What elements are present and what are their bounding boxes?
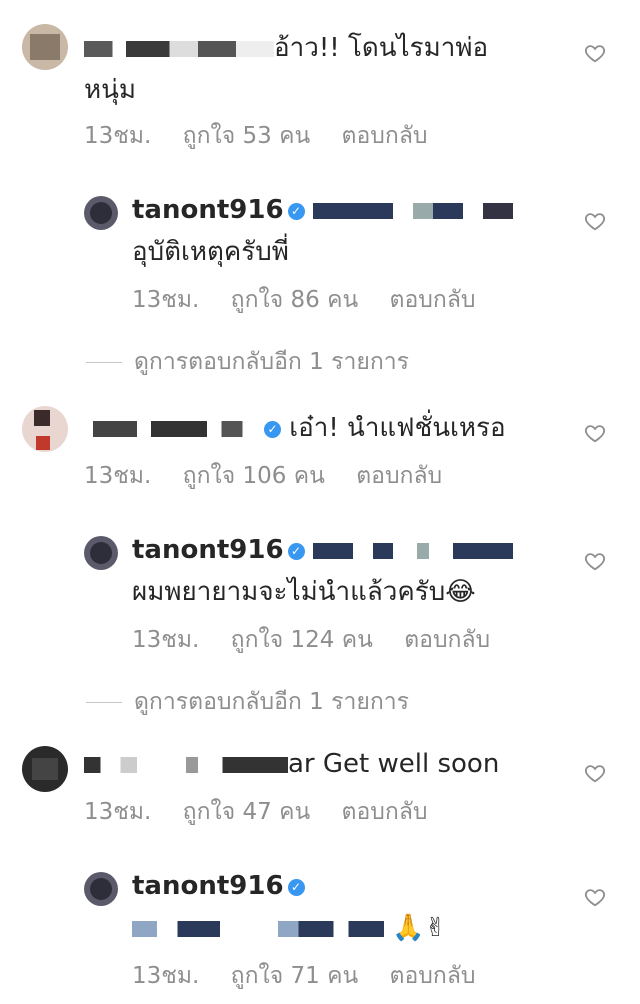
timestamp: 13ชม.	[84, 463, 152, 489]
likes-count[interactable]: ถูกใจ 47 คน	[183, 799, 311, 825]
avatar[interactable]	[84, 536, 118, 570]
heart-icon[interactable]	[584, 550, 606, 572]
heart-icon[interactable]	[584, 42, 606, 64]
redacted-text	[132, 920, 384, 937]
avatar[interactable]	[22, 24, 68, 70]
avatar[interactable]	[84, 196, 118, 230]
verified-badge-icon: ✓	[287, 543, 305, 560]
reply-header: tanont916 ✓	[132, 868, 305, 904]
reply-button[interactable]: ตอบกลับ	[342, 123, 428, 149]
timestamp: 13ชม.	[132, 627, 200, 653]
verified-badge-icon: ✓	[287, 879, 305, 896]
prayer-hands-peace-emoji-icon: 🙏✌	[392, 913, 447, 943]
redacted-username	[84, 40, 274, 57]
comment-text: ✓ เอ๋า! นำแฟชั่นเหรอ	[84, 410, 506, 446]
divider	[86, 702, 122, 703]
redacted-username	[84, 420, 260, 437]
heart-icon[interactable]	[584, 422, 606, 444]
heart-icon[interactable]	[584, 886, 606, 908]
reply-button[interactable]: ตอบกลับ	[356, 463, 442, 489]
comment-meta: 13ชม. ถูกใจ 47 คน ตอบกลับ	[84, 794, 452, 830]
timestamp: 13ชม.	[84, 123, 152, 149]
comment-text: 🙏✌	[132, 910, 446, 946]
comment-meta: 13ชม. ถูกใจ 124 คน ตอบกลับ	[132, 622, 514, 658]
comment-meta: 13ชม. ถูกใจ 106 คน ตอบกลับ	[84, 458, 466, 494]
redacted-text	[312, 202, 513, 219]
timestamp: 13ชม.	[84, 799, 152, 825]
redacted-text	[312, 542, 513, 559]
reply-button[interactable]: ตอบกลับ	[404, 627, 490, 653]
likes-count[interactable]: ถูกใจ 53 คน	[183, 123, 311, 149]
comment-meta: 13ชม. ถูกใจ 53 คน ตอบกลับ	[84, 118, 452, 154]
divider	[86, 362, 122, 363]
timestamp: 13ชม.	[132, 287, 200, 313]
reply-button[interactable]: ตอบกลับ	[390, 287, 476, 313]
reply-button[interactable]: ตอบกลับ	[342, 799, 428, 825]
comment-text: อ้าว!! โดนไรมาพ่อ	[84, 30, 488, 66]
view-more-replies[interactable]: ดูการตอบกลับอีก 1 รายการ	[86, 344, 409, 380]
username[interactable]: tanont916	[132, 195, 284, 225]
comment-text: อุบัติเหตุครับพี่	[132, 237, 289, 267]
avatar[interactable]	[22, 746, 68, 792]
username[interactable]: tanont916	[132, 871, 284, 901]
laughing-emoji-icon: 😂	[445, 577, 476, 607]
likes-count[interactable]: ถูกใจ 106 คน	[183, 463, 325, 489]
comment-meta: 13ชม. ถูกใจ 71 คน ตอบกลับ	[132, 958, 500, 994]
verified-badge-icon: ✓	[264, 421, 281, 438]
avatar[interactable]	[84, 872, 118, 906]
likes-count[interactable]: ถูกใจ 71 คน	[231, 963, 359, 989]
reply-header: tanont916 ✓	[132, 532, 513, 568]
comment-text: ผมพยายามจะไม่นำแล้วครับ😂	[132, 574, 476, 610]
likes-count[interactable]: ถูกใจ 124 คน	[231, 627, 373, 653]
comment-meta: 13ชม. ถูกใจ 86 คน ตอบกลับ	[132, 282, 500, 318]
redacted-username	[84, 756, 288, 773]
timestamp: 13ชม.	[132, 963, 200, 989]
heart-icon[interactable]	[584, 762, 606, 784]
comment-text-continued: หนุ่ม	[84, 75, 137, 105]
view-more-replies[interactable]: ดูการตอบกลับอีก 1 รายการ	[86, 684, 409, 720]
verified-badge-icon: ✓	[287, 203, 305, 220]
username[interactable]: tanont916	[132, 535, 284, 565]
likes-count[interactable]: ถูกใจ 86 คน	[231, 287, 359, 313]
heart-icon[interactable]	[584, 210, 606, 232]
reply-header: tanont916 ✓	[132, 192, 513, 228]
reply-button[interactable]: ตอบกลับ	[390, 963, 476, 989]
comment-text: ar Get well soon	[84, 746, 499, 782]
avatar[interactable]	[22, 406, 68, 452]
